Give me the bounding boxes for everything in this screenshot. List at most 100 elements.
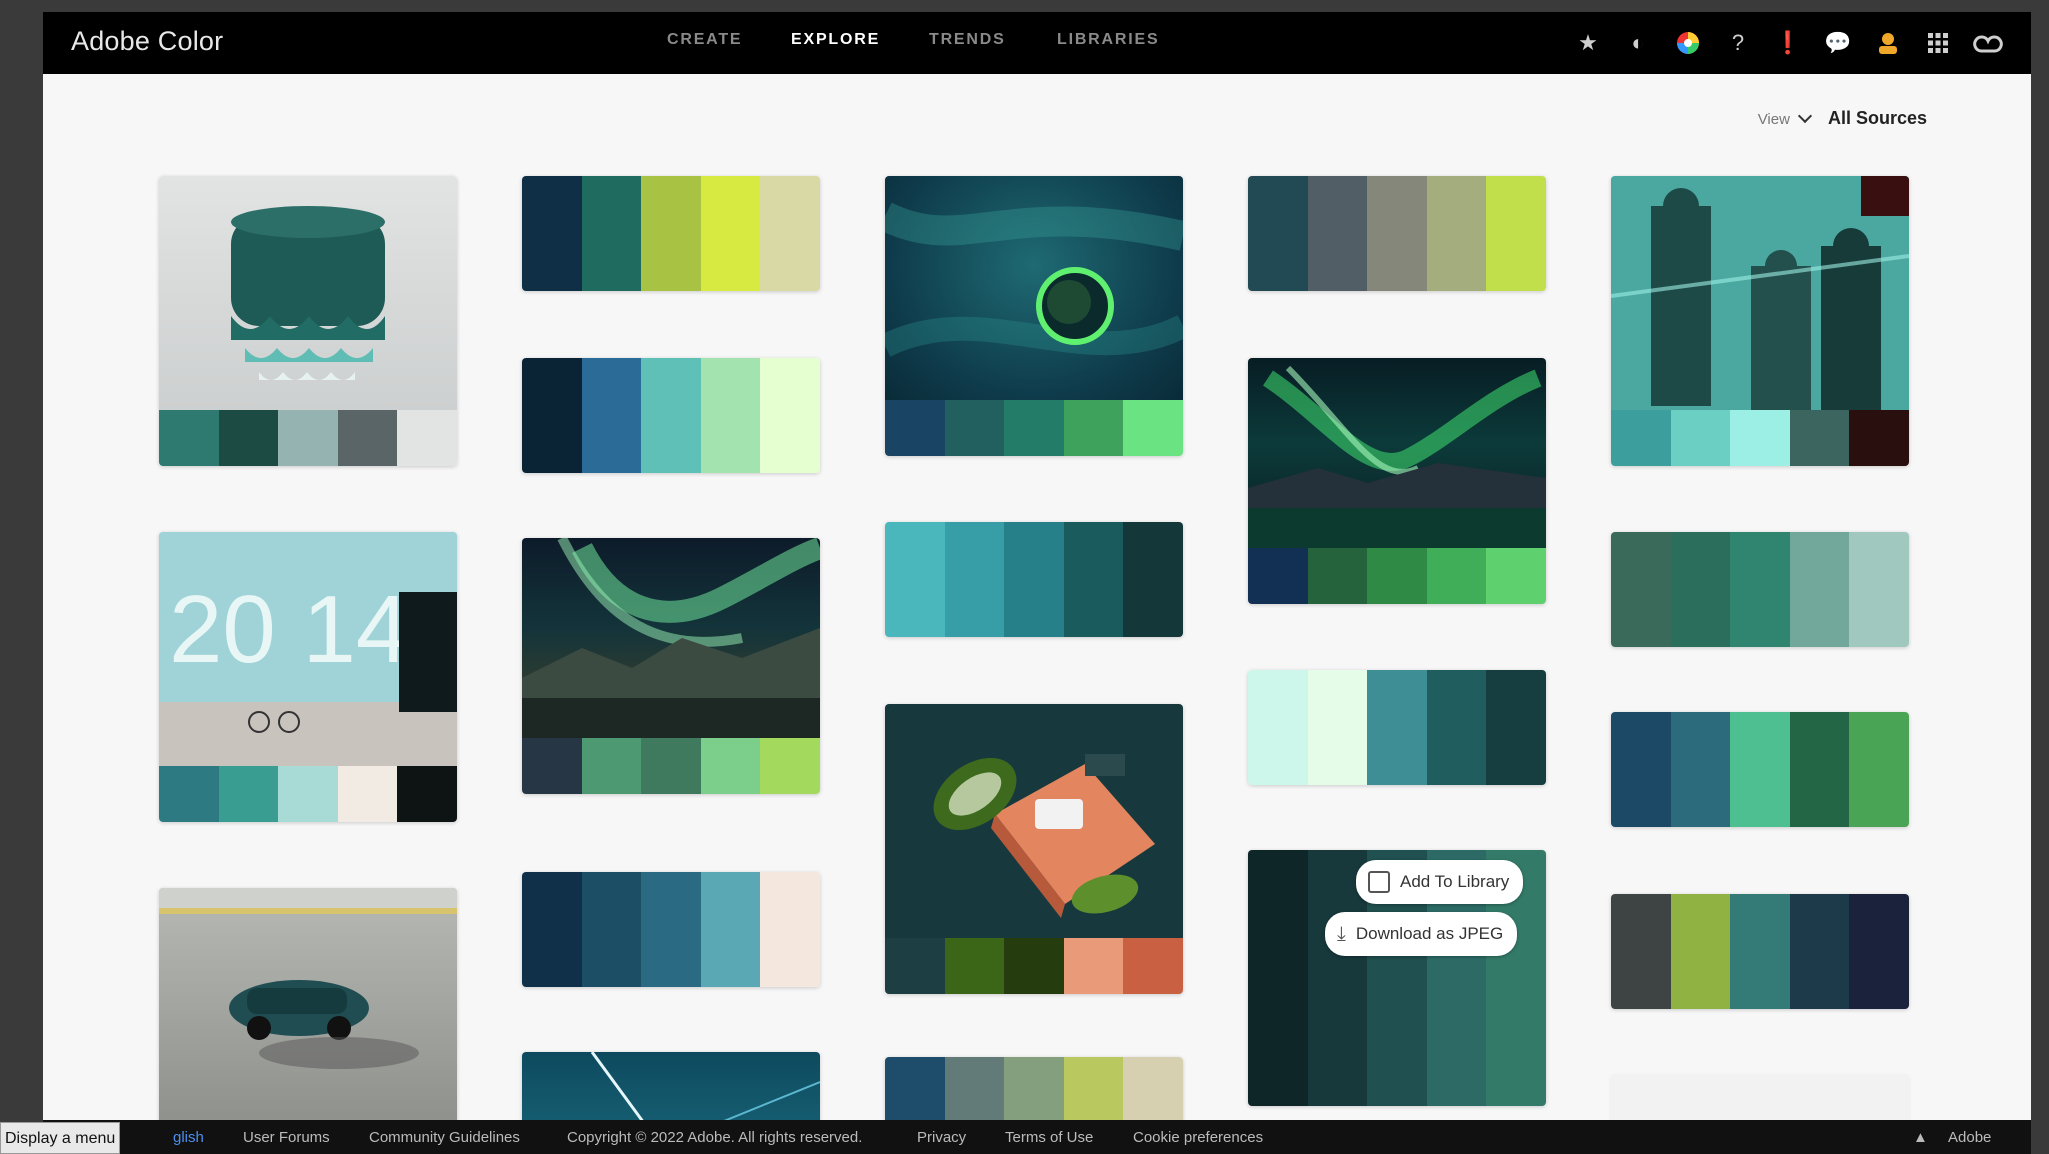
nav-libraries[interactable]: LIBRARIES [1057, 31, 1159, 49]
color-swatch[interactable] [337, 766, 398, 822]
theme-card-c14[interactable]: 20 14 [159, 532, 457, 822]
footer-link-terms[interactable]: Terms of Use [1005, 1129, 1093, 1146]
color-swatch[interactable] [1611, 410, 1671, 466]
color-swatch[interactable] [1670, 410, 1731, 466]
user-avatar-icon[interactable] [1873, 28, 1903, 58]
color-swatch[interactable] [1367, 176, 1427, 291]
color-swatch[interactable] [1670, 894, 1731, 1009]
theme-card-c4[interactable] [885, 176, 1183, 456]
theme-card-c17[interactable] [885, 704, 1183, 994]
color-swatch[interactable] [522, 176, 582, 291]
help-icon[interactable]: ? [1723, 28, 1753, 58]
color-swatch[interactable] [641, 358, 701, 473]
feedback-icon[interactable]: ❗ [1773, 28, 1803, 58]
color-swatch[interactable] [1063, 938, 1124, 994]
color-swatch[interactable] [278, 766, 338, 822]
color-swatch[interactable] [1307, 670, 1368, 785]
color-swatch[interactable] [1307, 548, 1368, 604]
color-swatch[interactable] [1611, 894, 1671, 1009]
theme-card-c13[interactable] [1611, 894, 1909, 1009]
color-swatch[interactable] [700, 738, 761, 794]
theme-card-c3[interactable] [522, 358, 820, 473]
theme-card-c5[interactable] [885, 522, 1183, 637]
footer-link-community-guidelines[interactable]: Community Guidelines [369, 1129, 520, 1146]
color-swatch[interactable] [700, 358, 761, 473]
color-swatch[interactable] [1670, 712, 1731, 827]
color-swatch[interactable] [522, 738, 582, 794]
color-swatch[interactable] [885, 522, 945, 637]
color-swatch[interactable] [1248, 548, 1308, 604]
color-swatch[interactable] [1849, 712, 1909, 827]
color-swatch[interactable] [760, 358, 820, 473]
chevron-down-icon[interactable] [1797, 108, 1813, 124]
color-swatch[interactable] [1004, 400, 1064, 456]
color-swatch[interactable] [1486, 548, 1546, 604]
theme-card-c8[interactable] [1248, 670, 1546, 785]
color-swatch[interactable] [522, 358, 582, 473]
color-swatch[interactable] [1123, 400, 1183, 456]
color-swatch[interactable] [1367, 670, 1427, 785]
color-swatch[interactable] [700, 176, 761, 291]
color-swatch[interactable] [760, 738, 820, 794]
color-swatch[interactable] [1670, 532, 1731, 647]
nav-create[interactable]: CREATE [667, 31, 742, 49]
color-swatch[interactable] [337, 410, 398, 466]
color-swatch[interactable] [1789, 532, 1850, 647]
theme-card-c15[interactable] [522, 538, 820, 794]
color-wheel-icon[interactable] [1673, 28, 1703, 58]
color-swatch[interactable] [1849, 410, 1909, 466]
color-swatch[interactable] [1248, 850, 1308, 1106]
color-swatch[interactable] [1123, 938, 1183, 994]
color-swatch[interactable] [1789, 894, 1850, 1009]
color-swatch[interactable] [1004, 522, 1064, 637]
color-swatch[interactable] [581, 358, 642, 473]
theme-card-c12[interactable] [1611, 712, 1909, 827]
theme-card-c2[interactable] [522, 176, 820, 291]
color-swatch[interactable] [522, 872, 582, 987]
color-swatch[interactable] [1611, 532, 1671, 647]
theme-card-c1[interactable] [159, 176, 457, 466]
color-swatch[interactable] [159, 410, 219, 466]
theme-card-c10[interactable] [1611, 176, 1909, 466]
nav-trends[interactable]: TRENDS [929, 31, 1006, 49]
theme-card-c9[interactable]: Add To Library ⤓ Download as JPEG [1248, 850, 1546, 1106]
language-selector[interactable]: glish [173, 1129, 204, 1146]
color-swatch[interactable] [641, 738, 701, 794]
color-swatch[interactable] [641, 872, 701, 987]
star-icon[interactable]: ★ [1573, 28, 1603, 58]
color-swatch[interactable] [641, 176, 701, 291]
color-swatch[interactable] [1849, 532, 1909, 647]
color-swatch[interactable] [581, 176, 642, 291]
color-swatch[interactable] [1849, 894, 1909, 1009]
color-swatch[interactable] [700, 872, 761, 987]
color-swatch[interactable] [1123, 522, 1183, 637]
color-swatch[interactable] [1730, 894, 1790, 1009]
color-swatch[interactable] [760, 176, 820, 291]
color-swatch[interactable] [1730, 532, 1790, 647]
color-swatch[interactable] [1730, 712, 1790, 827]
theme-card-c19[interactable] [159, 888, 457, 1134]
color-swatch[interactable] [1307, 176, 1368, 291]
theme-card-c11[interactable] [1611, 532, 1909, 647]
color-swatch[interactable] [1611, 712, 1671, 827]
color-swatch[interactable] [397, 766, 457, 822]
contrast-icon[interactable]: ◐ [1623, 28, 1653, 58]
color-swatch[interactable] [581, 738, 642, 794]
color-swatch[interactable] [1063, 400, 1124, 456]
footer-link-privacy[interactable]: Privacy [917, 1129, 966, 1146]
view-label[interactable]: View [1758, 111, 1790, 128]
color-swatch[interactable] [1426, 176, 1487, 291]
color-swatch[interactable] [1248, 176, 1308, 291]
color-swatch[interactable] [1730, 410, 1790, 466]
color-swatch[interactable] [581, 872, 642, 987]
color-swatch[interactable] [1486, 670, 1546, 785]
color-swatch[interactable] [1063, 522, 1124, 637]
color-swatch[interactable] [1426, 670, 1487, 785]
color-swatch[interactable] [218, 410, 279, 466]
color-swatch[interactable] [1248, 670, 1308, 785]
theme-card-c6[interactable] [1248, 176, 1546, 291]
theme-card-c7[interactable] [1248, 358, 1546, 604]
theme-card-c16[interactable] [522, 872, 820, 987]
footer-link-user-forums[interactable]: User Forums [243, 1129, 330, 1146]
color-swatch[interactable] [944, 938, 1005, 994]
